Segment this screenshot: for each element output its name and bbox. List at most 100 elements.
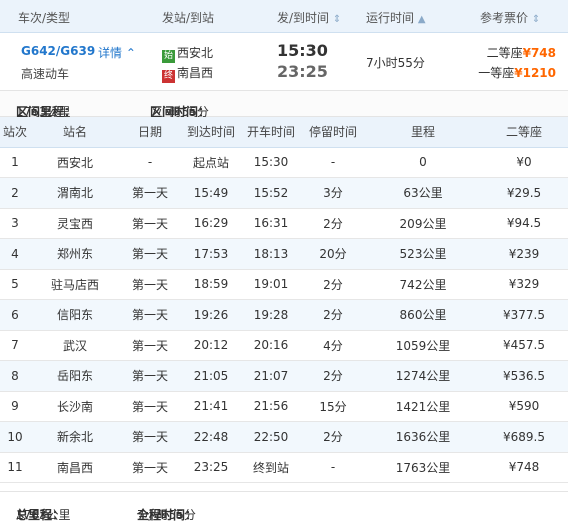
total-time-value: 7小时55分 xyxy=(137,508,196,521)
train-summary-row: G642/G639 详情 ⌃ 高速动车 始西安北 终南昌西 15:30 23:2… xyxy=(0,33,568,91)
from-station: 始西安北 xyxy=(162,44,213,63)
table-row: 1 西安北 - 起点站 15:30-0 ¥0 xyxy=(0,147,568,178)
run-duration: 7小时55分 xyxy=(366,56,425,70)
distance-cell: 1274公里 xyxy=(366,360,480,392)
station-name-link[interactable]: 驻马店西 xyxy=(30,269,120,300)
price-second-class: 二等座¥748 xyxy=(487,44,556,61)
sort-runtime[interactable]: 运行时间 ▲ xyxy=(366,9,426,26)
station-name-link[interactable]: 岳阳东 xyxy=(30,360,120,392)
stop-number: 4 xyxy=(0,238,30,270)
stop-number: 7 xyxy=(0,330,30,361)
price-cell: ¥94.5 xyxy=(480,208,568,239)
station-name-link[interactable]: 渭南北 xyxy=(30,177,120,209)
arrive-time-cell: 16:29 xyxy=(180,208,242,239)
to-station-name: 南昌西 xyxy=(177,66,214,80)
station-name-link[interactable]: 长沙南 xyxy=(30,391,120,422)
arrive-time: 23:25 xyxy=(277,62,328,81)
stay-duration: 15分 xyxy=(300,391,366,422)
col-depart: 开车时间 xyxy=(242,117,300,148)
price-cell: ¥377.5 xyxy=(480,299,568,331)
travel-day: 第一天 xyxy=(120,360,180,392)
depart-time-cell: 21:07 xyxy=(242,360,300,392)
table-row: 11 南昌西 第一天 23:25 终到站 -1763公里 ¥748 xyxy=(0,452,568,483)
arrive-time-cell: 21:41 xyxy=(180,391,242,422)
stay-duration: 20分 xyxy=(300,238,366,270)
station-name-link[interactable]: 西安北 xyxy=(30,147,120,178)
stops-table: 站次 站名 日期 到达时间 开车时间 停留时间 里程 二等座 1 西安北 - 起点站 1… xyxy=(0,117,568,483)
price-cell: ¥239 xyxy=(480,238,568,270)
arrive-time-cell: 18:59 xyxy=(180,269,242,300)
arrive-time-cell: 21:05 xyxy=(180,360,242,392)
stay-duration: 2分 xyxy=(300,360,366,392)
distance-cell: 1421公里 xyxy=(366,391,480,422)
table-row: 7 武汉 第一天 20:12 20:16 4分 1059公里 ¥457.5 xyxy=(0,330,568,361)
sort-times[interactable]: 发/到时间 ⇕ xyxy=(277,9,341,26)
seat-first-label: 一等座 xyxy=(478,66,515,80)
to-station: 终南昌西 xyxy=(162,64,213,83)
stop-number: 3 xyxy=(0,208,30,239)
distance-cell: 63公里 xyxy=(366,177,480,209)
depart-time-cell: 21:56 xyxy=(242,391,300,422)
table-row: 3 灵宝西 第一天 16:29 16:31 2分 209公里 ¥94.5 xyxy=(0,208,568,239)
col-stop-no: 站次 xyxy=(0,117,30,148)
stay-duration: 2分 xyxy=(300,269,366,300)
stay-duration: 2分 xyxy=(300,208,366,239)
arrive-time-cell: 20:12 xyxy=(180,330,242,361)
stay-duration: 4分 xyxy=(300,330,366,361)
station-name-link[interactable]: 郑州东 xyxy=(30,238,120,270)
travel-day: 第一天 xyxy=(120,391,180,422)
total-distance-value: 1763公里 xyxy=(16,508,71,521)
total-summary: 总里程： 1763公里 全程时间： 7小时55分 xyxy=(0,491,568,521)
table-row: 2 渭南北 第一天 15:49 15:52 3分 63公里 ¥29.5 xyxy=(0,177,568,209)
train-code-link[interactable]: G642/G639 xyxy=(21,44,95,58)
price-cell: ¥329 xyxy=(480,269,568,300)
stay-duration: - xyxy=(300,452,366,483)
depart-time-cell: 16:31 xyxy=(242,208,300,239)
col-station: 站名 xyxy=(30,117,120,148)
distance-cell: 1763公里 xyxy=(366,452,480,483)
col-date: 日期 xyxy=(120,117,180,148)
travel-day: 第一天 xyxy=(120,421,180,453)
detail-toggle[interactable]: 详情 ⌃ xyxy=(98,44,136,61)
distance-cell: 1059公里 xyxy=(366,330,480,361)
stop-number: 5 xyxy=(0,269,30,300)
header-train-type: 车次/类型 xyxy=(18,11,71,25)
travel-day: 第一天 xyxy=(120,330,180,361)
stay-duration: 2分 xyxy=(300,299,366,331)
travel-day: 第一天 xyxy=(120,299,180,331)
travel-day: 第一天 xyxy=(120,452,180,483)
stop-number: 9 xyxy=(0,391,30,422)
depart-time: 15:30 xyxy=(277,41,328,60)
station-name-link[interactable]: 南昌西 xyxy=(30,452,120,483)
header-price: 参考票价 xyxy=(480,11,529,25)
price-second-value: ¥748 xyxy=(522,46,556,60)
depart-time-cell: 22:50 xyxy=(242,421,300,453)
station-name-link[interactable]: 灵宝西 xyxy=(30,208,120,239)
sort-price[interactable]: 参考票价 ⇕ xyxy=(480,9,540,26)
arrive-time-cell: 22:48 xyxy=(180,421,242,453)
price-cell: ¥689.5 xyxy=(480,421,568,453)
price-cell: ¥0 xyxy=(480,147,568,178)
station-name-link[interactable]: 新余北 xyxy=(30,421,120,453)
distance-cell: 1636公里 xyxy=(366,421,480,453)
arrive-time-cell: 起点站 xyxy=(180,147,242,178)
from-station-name: 西安北 xyxy=(177,46,214,60)
results-header: 车次/类型 发站/到站 发/到时间 ⇕ 运行时间 ▲ 参考票价 ⇕ xyxy=(0,0,568,33)
table-row: 10 新余北 第一天 22:48 22:50 2分 1636公里 ¥689.5 xyxy=(0,421,568,453)
depart-time-cell: 20:16 xyxy=(242,330,300,361)
arrive-time-cell: 23:25 xyxy=(180,452,242,483)
stops-body: 1 西安北 - 起点站 15:30-0 ¥0 2 渭南北 第一天 15:49 15:52 3分 63公里… xyxy=(0,147,568,483)
station-name-link[interactable]: 信阳东 xyxy=(30,299,120,331)
price-cell: ¥590 xyxy=(480,391,568,422)
col-second-class: 二等座 xyxy=(480,117,568,148)
distance-cell: 860公里 xyxy=(366,299,480,331)
arrive-time-cell: 15:49 xyxy=(180,177,242,209)
depart-time-cell: 19:28 xyxy=(242,299,300,331)
price-first-value: ¥1210 xyxy=(514,66,556,80)
sort-arrows-icon: ⇕ xyxy=(531,14,541,25)
depart-time-cell: 19:01 xyxy=(242,269,300,300)
depart-time-cell: 18:13 xyxy=(242,238,300,270)
distance-cell: 523公里 xyxy=(366,238,480,270)
depart-time-cell: 15:30 xyxy=(242,147,300,178)
station-name-link[interactable]: 武汉 xyxy=(30,330,120,361)
